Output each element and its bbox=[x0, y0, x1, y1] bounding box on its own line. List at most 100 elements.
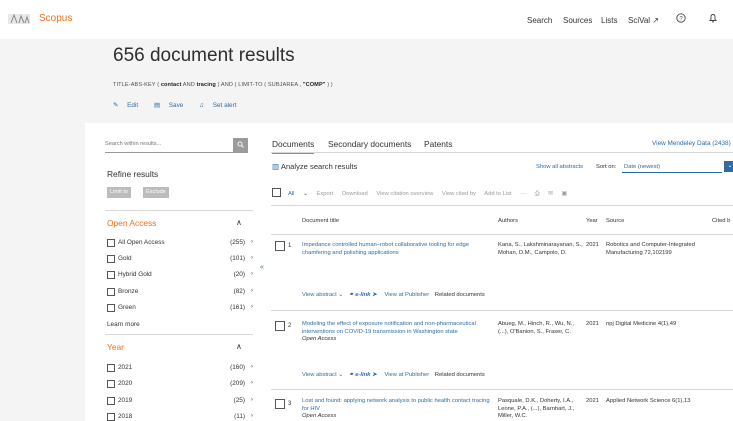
select-all[interactable]: All ⌄ bbox=[272, 188, 308, 197]
chevron-right-icon[interactable]: › bbox=[251, 396, 253, 403]
nav-lists[interactable]: Lists bbox=[601, 16, 617, 25]
e-link-icon[interactable]: ⚭ e-link ➤ bbox=[349, 372, 377, 378]
collapse-panel-icon[interactable]: « bbox=[260, 264, 264, 271]
export-button[interactable]: Export bbox=[317, 191, 334, 197]
search-within-input[interactable] bbox=[105, 138, 225, 150]
chevron-right-icon[interactable]: › bbox=[251, 238, 253, 245]
row-checkbox[interactable] bbox=[275, 399, 285, 409]
row-divider bbox=[271, 234, 733, 235]
related-documents-link[interactable]: Related documents bbox=[435, 292, 485, 298]
bibliography-icon[interactable]: ▣ bbox=[561, 191, 566, 197]
filter-item[interactable]: 2018 (11) › bbox=[107, 412, 255, 421]
show-all-abstracts-link[interactable]: Show all abstracts bbox=[536, 164, 583, 170]
checkbox[interactable] bbox=[107, 380, 115, 388]
scopus-brand[interactable]: Scopus bbox=[39, 13, 72, 24]
source[interactable]: Applied Network Science 6(1),13 bbox=[606, 398, 716, 406]
chevron-right-icon[interactable]: › bbox=[251, 379, 253, 386]
checkbox[interactable] bbox=[272, 188, 281, 197]
document-title-link[interactable]: Impedance controlled human–robot collabo… bbox=[302, 242, 490, 257]
chevron-right-icon[interactable]: › bbox=[251, 287, 253, 294]
chevron-up-icon[interactable]: ∧ bbox=[236, 342, 242, 351]
view-abstract-link[interactable]: View abstract ⌄ bbox=[302, 372, 343, 378]
more-options-button[interactable]: ··· bbox=[520, 191, 526, 197]
document-title-link[interactable]: Lost and found: applying network analysi… bbox=[302, 398, 490, 421]
set-alert-button[interactable]: ♫ Set alert bbox=[199, 102, 243, 109]
filter-item[interactable]: 2019 (25) › bbox=[107, 396, 255, 407]
checkbox[interactable] bbox=[107, 271, 115, 279]
nav-search[interactable]: Search bbox=[527, 16, 552, 25]
pencil-icon: ✎ bbox=[113, 102, 119, 109]
authors[interactable]: Kana, S., Lakshminarayanan, S., Mohan, D… bbox=[498, 242, 584, 257]
sort-select[interactable]: Date (newest) bbox=[622, 162, 722, 173]
save-button[interactable]: ▤ Save bbox=[154, 102, 190, 109]
filter-item[interactable]: Bronze (82) › bbox=[107, 287, 255, 298]
search-query: TITLE-ABS-KEY ( contact AND tracing ) AN… bbox=[113, 82, 333, 88]
exclude-button[interactable]: Exclude bbox=[143, 187, 169, 198]
view-citation-overview-button[interactable]: View citation overview bbox=[376, 191, 433, 197]
row-actions: View abstract ⌄ ⚭ e-link ➤ View at Publi… bbox=[302, 292, 485, 298]
tab-secondary-documents[interactable]: Secondary documents bbox=[328, 139, 411, 149]
view-mendeley-data-link[interactable]: View Mendeley Data (2438) bbox=[652, 140, 731, 147]
checkbox[interactable] bbox=[107, 304, 115, 312]
source[interactable]: Robotics and Computer-Integrated Manufac… bbox=[606, 242, 716, 257]
row-checkbox[interactable] bbox=[275, 321, 285, 331]
chevron-up-icon[interactable]: ∧ bbox=[236, 218, 242, 227]
chevron-right-icon[interactable]: › bbox=[251, 412, 253, 419]
divider bbox=[271, 205, 733, 206]
limit-to-button[interactable]: Limit to bbox=[107, 187, 132, 198]
chevron-right-icon[interactable]: › bbox=[251, 363, 253, 370]
bell-icon[interactable] bbox=[708, 13, 718, 26]
column-header-title[interactable]: Document title bbox=[302, 218, 339, 224]
authors[interactable]: Abueg, M., Hinch, R., Wu, N., (...), O'B… bbox=[498, 321, 584, 336]
filter-item[interactable]: 2021 (160) › bbox=[107, 363, 255, 374]
chevron-down-icon[interactable]: ⌄ bbox=[724, 161, 733, 172]
chevron-right-icon[interactable]: › bbox=[251, 254, 253, 261]
authors[interactable]: Pasquale, D.K., Doherty, I.A., Leone, P.… bbox=[498, 398, 584, 421]
year-heading[interactable]: Year bbox=[107, 342, 124, 352]
open-access-heading[interactable]: Open Access bbox=[107, 218, 156, 228]
view-at-publisher-link[interactable]: View at Publisher bbox=[385, 372, 430, 378]
filter-item[interactable]: Gold (101) › bbox=[107, 254, 255, 265]
email-icon[interactable]: ✉ bbox=[548, 191, 553, 197]
view-cited-by-button[interactable]: View cited by bbox=[442, 191, 476, 197]
add-to-list-button[interactable]: Add to List bbox=[484, 191, 511, 197]
edit-button[interactable]: ✎ Edit bbox=[113, 102, 145, 109]
checkbox[interactable] bbox=[107, 288, 115, 296]
related-documents-link[interactable]: Related documents bbox=[435, 372, 485, 378]
view-at-publisher-link[interactable]: View at Publisher bbox=[385, 292, 430, 298]
analyze-results[interactable]: ▥ Analyze search results bbox=[272, 162, 357, 171]
column-header-cited-by[interactable]: Cited b bbox=[712, 218, 730, 224]
filter-item[interactable]: 2020 (209) › bbox=[107, 379, 255, 390]
page-title: 656 document results bbox=[113, 45, 295, 66]
download-button[interactable]: Download bbox=[342, 191, 368, 197]
checkbox[interactable] bbox=[107, 364, 115, 372]
help-circle-icon[interactable]: ? bbox=[676, 13, 686, 26]
search-within-box bbox=[105, 138, 248, 153]
learn-more-link[interactable]: Learn more bbox=[107, 321, 140, 328]
filter-item[interactable]: Hybrid Gold (20) › bbox=[107, 270, 255, 281]
nav-scival[interactable]: SciVal ↗ bbox=[628, 16, 659, 25]
source[interactable]: npj Digital Medicine 4(1),49 bbox=[606, 321, 716, 329]
row-number: 3 bbox=[288, 401, 292, 407]
document-title-link[interactable]: Modeling the effect of exposure notifica… bbox=[302, 321, 490, 344]
row-divider bbox=[271, 389, 733, 390]
e-link-icon[interactable]: ⚭ e-link ➤ bbox=[349, 292, 377, 298]
column-header-source[interactable]: Source bbox=[606, 218, 624, 224]
view-abstract-link[interactable]: View abstract ⌄ bbox=[302, 292, 343, 298]
chevron-right-icon[interactable]: › bbox=[251, 303, 253, 310]
checkbox[interactable] bbox=[107, 239, 115, 247]
search-icon[interactable] bbox=[233, 138, 248, 152]
column-header-year[interactable]: Year bbox=[586, 218, 598, 224]
filter-item[interactable]: All Open Access (255) › bbox=[107, 238, 255, 249]
filter-item[interactable]: Green (161) › bbox=[107, 303, 255, 314]
elsevier-logo[interactable] bbox=[7, 11, 31, 26]
tab-patents[interactable]: Patents bbox=[424, 139, 452, 149]
nav-sources[interactable]: Sources bbox=[563, 16, 592, 25]
column-header-authors[interactable]: Authors bbox=[498, 218, 518, 224]
checkbox[interactable] bbox=[107, 413, 115, 421]
checkbox[interactable] bbox=[107, 255, 115, 263]
chevron-right-icon[interactable]: › bbox=[251, 270, 253, 277]
checkbox[interactable] bbox=[107, 397, 115, 405]
row-checkbox[interactable] bbox=[275, 241, 285, 251]
print-icon[interactable]: ⎙ bbox=[535, 191, 540, 197]
